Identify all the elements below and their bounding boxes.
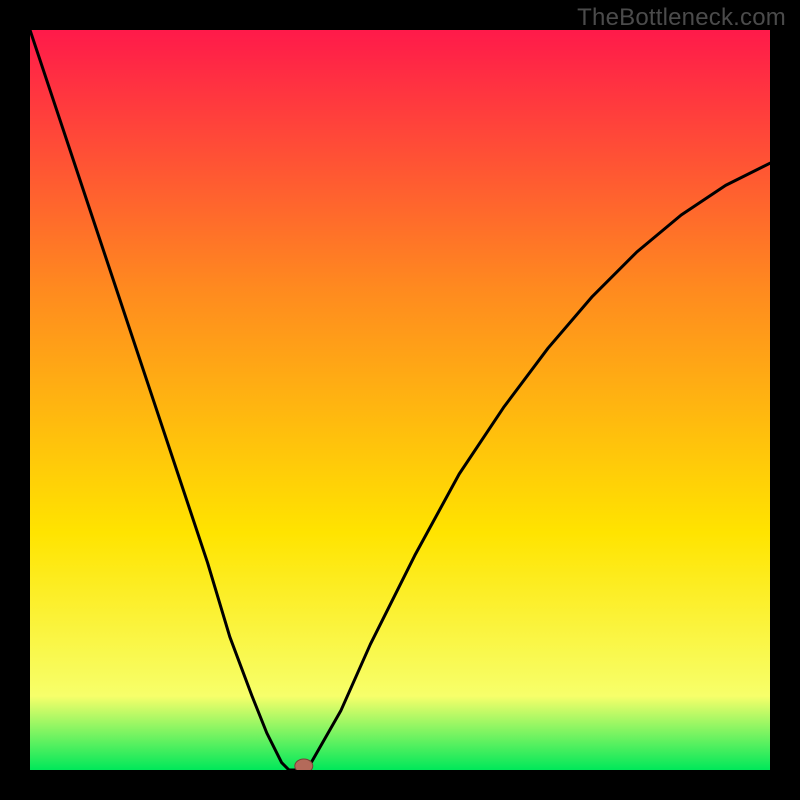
plot-area [30,30,770,770]
optimal-marker-dot [295,759,313,770]
watermark-text: TheBottleneck.com [577,4,786,32]
plot-svg [30,30,770,770]
optimal-marker [295,759,313,770]
chart-frame: TheBottleneck.com [0,0,800,800]
gradient-background [30,30,770,770]
